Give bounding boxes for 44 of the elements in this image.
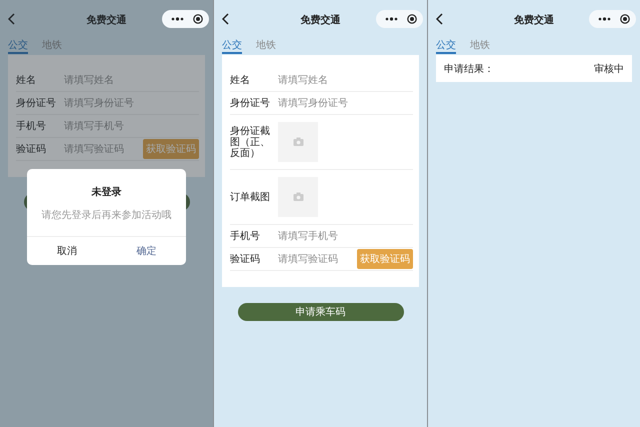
- get-code-button[interactable]: 获取验证码: [357, 249, 413, 269]
- field-label: 订单截图: [230, 192, 271, 202]
- input-field[interactable]: 请填写身份证号: [64, 98, 199, 108]
- field-label: 手机号: [230, 230, 261, 242]
- dialog-title: 未登录: [92, 186, 122, 199]
- input-field[interactable]: 请填写手机号: [278, 230, 413, 242]
- submit-button[interactable]: 申请乘车码: [238, 303, 404, 321]
- capsule-menu[interactable]: [589, 10, 636, 28]
- get-code-button[interactable]: 获取验证码: [143, 139, 199, 159]
- page-title: 免费交通: [86, 13, 126, 27]
- dialog-button[interactable]: 取消: [27, 237, 106, 265]
- field-label: 身份证号: [16, 98, 57, 108]
- more-icon[interactable]: [171, 16, 184, 22]
- result-label: 申请结果：: [444, 62, 494, 76]
- back-icon[interactable]: [8, 13, 16, 25]
- capsule-menu[interactable]: [376, 10, 423, 28]
- dialog-button[interactable]: 确定: [106, 237, 186, 265]
- page-title: 免费交通: [514, 13, 554, 27]
- camera-icon: [292, 192, 304, 202]
- field-label: 验证码: [16, 144, 47, 154]
- field-label: 身份证截图（正、反面）: [230, 126, 271, 158]
- tab[interactable]: 地铁: [42, 38, 62, 54]
- field-label: 手机号: [16, 120, 47, 132]
- dialog-message: 请您先登录后再来参加活动哦: [42, 208, 172, 222]
- field-label: 验证码: [230, 254, 261, 264]
- page-title: 免费交通: [300, 13, 340, 27]
- input-field[interactable]: 请填写验证码: [64, 144, 143, 154]
- more-icon[interactable]: [598, 16, 611, 22]
- result-status: 审核中: [594, 62, 624, 76]
- back-icon[interactable]: [222, 13, 230, 25]
- field-label: 姓名: [230, 74, 251, 86]
- back-icon[interactable]: [436, 13, 444, 25]
- input-field[interactable]: 请填写手机号: [64, 120, 199, 132]
- capsule-menu[interactable]: [162, 10, 209, 28]
- input-field[interactable]: 请填写姓名: [278, 74, 413, 86]
- more-icon[interactable]: [385, 16, 398, 22]
- input-field[interactable]: 请填写身份证号: [278, 98, 413, 108]
- input-field[interactable]: 请填写姓名: [64, 74, 199, 86]
- camera-icon: [292, 137, 304, 147]
- tab[interactable]: 地铁: [470, 38, 490, 54]
- input-field[interactable]: 请填写验证码: [278, 254, 357, 264]
- tab[interactable]: 地铁: [256, 38, 276, 54]
- field-label: 姓名: [16, 74, 37, 86]
- field-label: 身份证号: [230, 98, 271, 108]
